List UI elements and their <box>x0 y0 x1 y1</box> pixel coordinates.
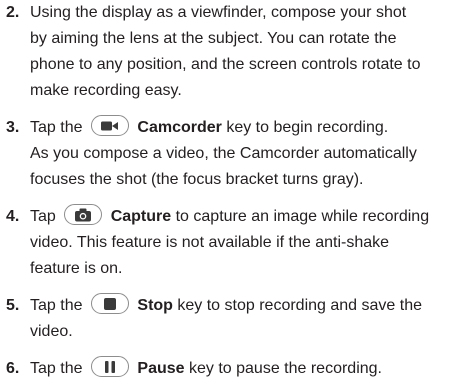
camcorder-icon <box>90 115 129 137</box>
step-text: Tap <box>30 208 56 225</box>
key-name: Stop <box>137 297 173 314</box>
step-text-line: phone to any position, and the screen co… <box>30 56 421 73</box>
stop-icon <box>90 293 129 315</box>
step-text: key to pause the recording. <box>188 360 382 377</box>
step-text: Tap the <box>30 297 83 314</box>
step-text-line: Using the display as a viewfinder, compo… <box>30 4 407 21</box>
key-name: Capture <box>110 208 172 225</box>
step-text-line: feature is on. <box>30 260 123 277</box>
step-number: 6. <box>6 360 20 377</box>
step-text: to capture an image while recording <box>175 208 430 225</box>
key-name: Camcorder <box>137 119 222 136</box>
step-text-line: by aiming the lens at the subject. You c… <box>30 30 397 47</box>
step-number: 4. <box>6 208 20 225</box>
step-text-line: Tap the Camcorder key to begin recording… <box>30 115 388 141</box>
step-text-line: Tap the Stop key to stop recording and s… <box>30 293 422 319</box>
step-text: key to stop recording and save the <box>177 297 422 314</box>
step-text-line: As you compose a video, the Camcorder au… <box>30 145 417 162</box>
step-text: Tap the <box>30 119 83 136</box>
step-text-line: Tap Capture to capture an image while re… <box>30 204 429 230</box>
key-name: Pause <box>137 360 185 377</box>
step-text-line: focuses the shot (the focus bracket turn… <box>30 171 364 188</box>
step-text: key to begin recording. <box>226 119 389 136</box>
camera-icon <box>64 204 103 226</box>
step-number: 3. <box>6 119 20 136</box>
step-text-line: make recording easy. <box>30 82 182 99</box>
step-text-line: video. This feature is not available if … <box>30 234 390 251</box>
step-number: 5. <box>6 297 20 314</box>
step-text-line: Tap the Pause key to pause the recording… <box>30 356 382 382</box>
step-number: 2. <box>6 4 20 21</box>
step-text: Tap the <box>30 360 83 377</box>
pause-icon <box>90 356 129 378</box>
step-text-line: video. <box>30 323 73 340</box>
